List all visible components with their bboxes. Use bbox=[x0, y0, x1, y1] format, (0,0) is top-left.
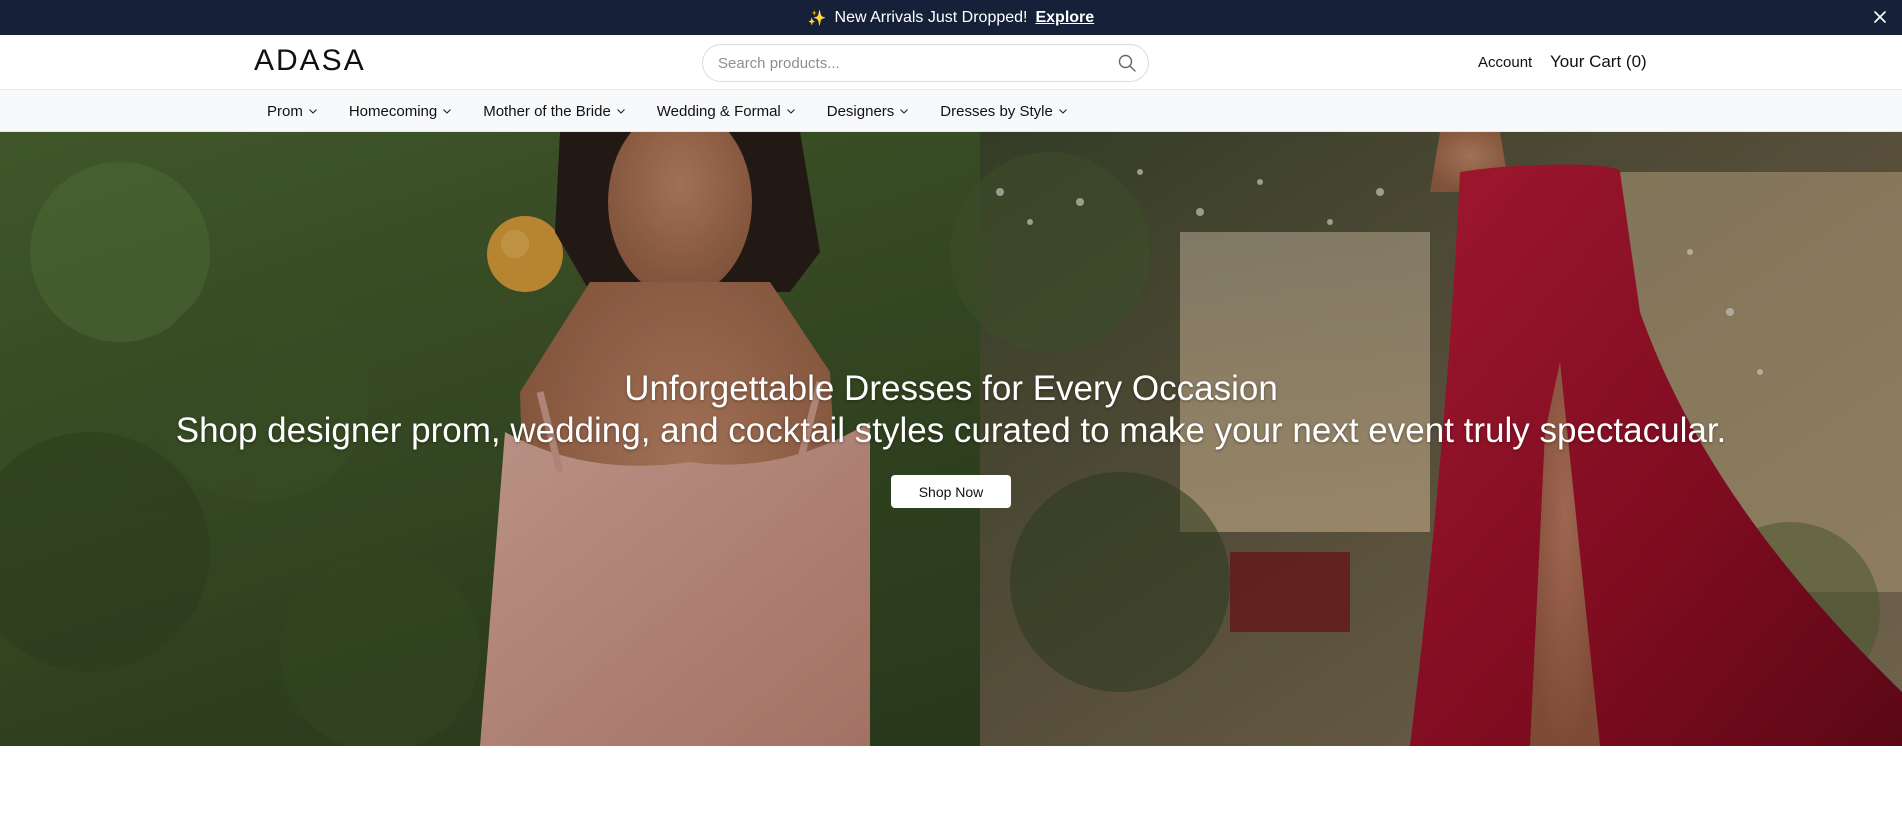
cart-link[interactable]: Your Cart (0) bbox=[1550, 52, 1647, 72]
search-icon[interactable] bbox=[1117, 53, 1137, 73]
nav-item-label: Homecoming bbox=[348, 102, 438, 120]
explore-link[interactable]: Explore bbox=[1035, 9, 1094, 27]
nav-item-label: Mother of the Bride bbox=[483, 102, 611, 120]
nav-item-label: Dresses by Style bbox=[940, 102, 1053, 120]
hero-title: Unforgettable Dresses for Every Occasion bbox=[624, 369, 1278, 408]
chevron-down-icon bbox=[1058, 109, 1067, 114]
hero-subtitle: Shop designer prom, wedding, and cocktai… bbox=[175, 411, 1727, 450]
site-header: ADASA Account Your Cart (0) bbox=[0, 35, 1902, 90]
nav-item-homecoming[interactable]: Homecoming bbox=[349, 90, 452, 132]
account-link[interactable]: Account bbox=[1478, 54, 1532, 71]
shop-now-button[interactable]: Shop Now bbox=[891, 475, 1011, 508]
nav-item-wedding-formal[interactable]: Wedding & Formal bbox=[657, 90, 796, 132]
announcement-bar: ✨ New Arrivals Just Dropped! Explore bbox=[0, 0, 1902, 35]
announcement-text: New Arrivals Just Dropped! bbox=[834, 8, 1028, 26]
chevron-down-icon bbox=[900, 109, 909, 114]
hero-text: Unforgettable Dresses for Every Occasion… bbox=[0, 368, 1902, 452]
search-bar[interactable] bbox=[702, 44, 1149, 82]
search-input[interactable] bbox=[718, 45, 1098, 81]
nav-item-mother-of-the-bride[interactable]: Mother of the Bride bbox=[483, 90, 626, 132]
sparkle-icon: ✨ bbox=[807, 9, 827, 27]
chevron-down-icon bbox=[616, 109, 625, 114]
chevron-down-icon bbox=[308, 109, 317, 114]
nav-item-label: Designers bbox=[826, 102, 895, 120]
site-logo[interactable]: ADASA bbox=[254, 44, 366, 78]
hero-banner: Unforgettable Dresses for Every Occasion… bbox=[0, 132, 1902, 746]
chevron-down-icon bbox=[443, 109, 452, 114]
nav-item-dresses-by-style[interactable]: Dresses by Style bbox=[940, 90, 1068, 132]
nav-item-prom[interactable]: Prom bbox=[267, 90, 318, 132]
chevron-down-icon bbox=[786, 109, 795, 114]
nav-item-label: Prom bbox=[267, 102, 303, 120]
main-nav: Prom Homecoming Mother of the Bride Wedd… bbox=[0, 90, 1902, 132]
close-icon[interactable] bbox=[1870, 7, 1890, 27]
nav-item-designers[interactable]: Designers bbox=[827, 90, 910, 132]
nav-item-label: Wedding & Formal bbox=[656, 102, 781, 120]
